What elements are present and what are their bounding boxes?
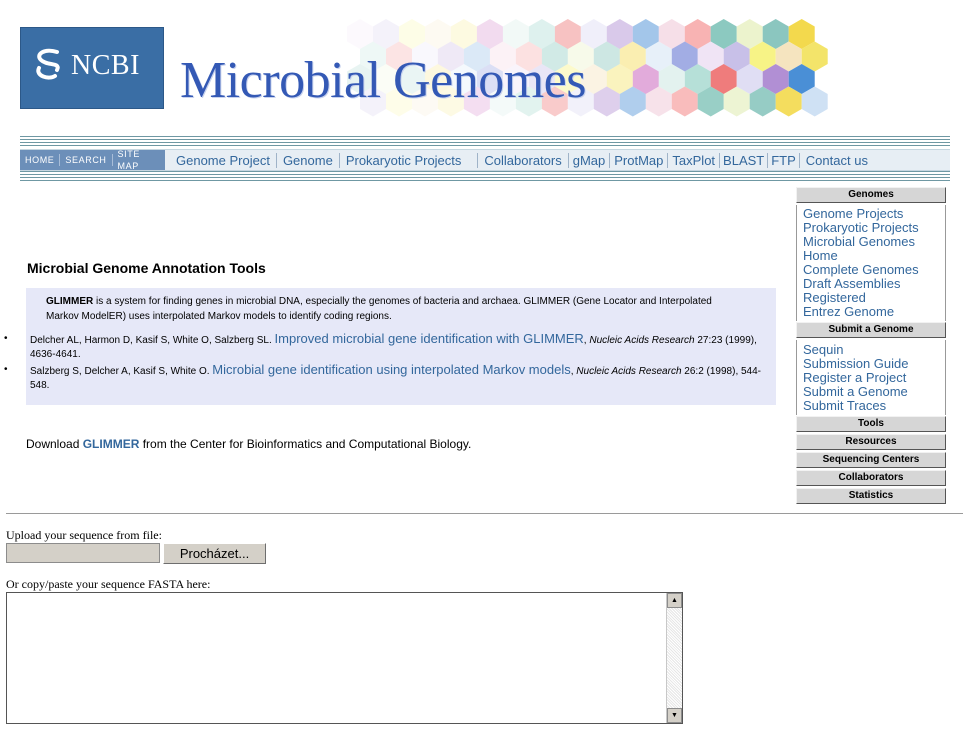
sidebar-link-prokaryotic-projects[interactable]: Prokaryotic Projects <box>803 221 945 235</box>
reference-authors: Delcher AL, Harmon D, Kasif S, White O, … <box>30 335 275 346</box>
sidebar-header-statistics[interactable]: Statistics <box>796 488 946 504</box>
sidebar-link-submit-traces[interactable]: Submit Traces <box>803 399 945 413</box>
reference-item: • Salzberg S, Delcher A, Kasif S, White … <box>4 362 762 392</box>
sidebar-link-register-project[interactable]: Register a Project <box>803 371 945 385</box>
nav-collaborators[interactable]: Collaborators <box>478 152 569 168</box>
bullet-icon: • <box>4 364 8 375</box>
nav-stripes-top <box>20 136 950 148</box>
ncbi-logo[interactable]: NCBI <box>20 27 164 109</box>
page-title: Microbial Genomes <box>180 52 586 109</box>
download-prefix: Download <box>26 437 83 451</box>
nav-contact-us[interactable]: Contact us <box>800 153 874 168</box>
browse-button[interactable]: Procházet... <box>163 543 266 564</box>
download-suffix: from the Center for Bioinformatics and C… <box>139 437 472 451</box>
sidebar-link-microbial-genomes-home[interactable]: Microbial Genomes Home <box>803 235 933 263</box>
sequence-textarea[interactable]: ▲ ▼ <box>6 592 683 724</box>
sidebar-header-resources[interactable]: Resources <box>796 434 946 450</box>
file-path-input[interactable] <box>6 543 160 563</box>
nav-sitemap-link[interactable]: SITE MAP <box>113 148 165 172</box>
site-header: NCBI Microbial Genomes <box>20 16 950 134</box>
sidebar-header-genomes[interactable]: Genomes <box>796 187 946 203</box>
sidebar-link-entrez-genome[interactable]: Entrez Genome <box>803 305 945 319</box>
sidebar-header-sequencing-centers[interactable]: Sequencing Centers <box>796 452 946 468</box>
sidebar-genomes-list: Genome Projects Prokaryotic Projects Mic… <box>796 205 946 321</box>
sidebar-link-submission-guide[interactable]: Submission Guide <box>803 357 945 371</box>
reference-link-glimmer[interactable]: Improved microbial gene identification w… <box>275 331 584 346</box>
reference-item: • Delcher AL, Harmon D, Kasif S, White O… <box>4 331 757 361</box>
download-line: Download GLIMMER from the Center for Bio… <box>26 437 471 451</box>
sidebar-header-tools[interactable]: Tools <box>796 416 946 432</box>
sidebar-link-sequin[interactable]: Sequin <box>803 343 945 357</box>
glimmer-intro-text: is a system for finding genes in microbi… <box>46 296 712 322</box>
sidebar-link-registered[interactable]: Registered <box>803 291 945 305</box>
nav-search-link[interactable]: SEARCH <box>60 154 113 166</box>
nav-genome-project[interactable]: Genome Project <box>170 152 277 168</box>
upload-label: Upload your sequence from file: <box>6 528 162 542</box>
glimmer-intro-bold: GLIMMER <box>46 296 94 307</box>
nav-protmap[interactable]: ProtMap <box>610 152 669 168</box>
sidebar-link-complete-genomes[interactable]: Complete Genomes <box>803 263 945 277</box>
download-glimmer-link[interactable]: GLIMMER <box>83 437 140 451</box>
reference-journal: Nucleic Acids Research <box>576 366 682 377</box>
nav-bar: HOME SEARCH SITE MAP Genome Project Geno… <box>20 149 950 171</box>
divider <box>6 513 963 514</box>
nav-prokaryotic-projects[interactable]: Prokaryotic Projects <box>340 152 479 168</box>
scroll-up-icon[interactable]: ▲ <box>667 593 682 608</box>
sidebar-link-draft-assemblies[interactable]: Draft Assemblies <box>803 277 945 291</box>
sidebar-submit-list: Sequin Submission Guide Register a Proje… <box>796 340 946 415</box>
reference-journal: Nucleic Acids Research <box>589 335 695 346</box>
ncbi-logo-text: NCBI <box>71 50 140 81</box>
top-navigation: HOME SEARCH SITE MAP Genome Project Geno… <box>20 136 950 184</box>
reference-list: • Delcher AL, Harmon D, Kasif S, White O… <box>4 332 764 394</box>
textarea-scrollbar[interactable]: ▲ ▼ <box>666 593 682 723</box>
paste-label: Or copy/paste your sequence FASTA here: <box>6 577 211 591</box>
glimmer-intro: GLIMMER is a system for finding genes in… <box>46 294 726 324</box>
nav-genome[interactable]: Genome <box>277 152 340 168</box>
nav-gmap[interactable]: gMap <box>569 152 611 168</box>
reference-link-markov[interactable]: Microbial gene identification using inte… <box>212 362 570 377</box>
nav-taxplot[interactable]: TaxPlot <box>668 152 721 168</box>
sidebar-header-collaborators[interactable]: Collaborators <box>796 470 946 486</box>
section-heading: Microbial Genome Annotation Tools <box>27 260 266 276</box>
nav-stripes-bottom <box>20 171 950 183</box>
bullet-icon: • <box>4 333 8 344</box>
nav-links: Genome Project Genome Prokaryotic Projec… <box>170 150 874 170</box>
glimmer-info-box: GLIMMER is a system for finding genes in… <box>4 288 776 405</box>
nav-mini-links: HOME SEARCH SITE MAP <box>20 148 165 172</box>
reference-authors: Salzberg S, Delcher A, Kasif S, White O. <box>30 366 213 377</box>
ncbi-swirl-icon <box>36 48 60 80</box>
scroll-down-icon[interactable]: ▼ <box>667 708 682 723</box>
nav-blast[interactable]: BLAST <box>720 152 769 168</box>
sidebar-link-genome-projects[interactable]: Genome Projects <box>803 207 945 221</box>
nav-ftp[interactable]: FTP <box>768 152 800 168</box>
sidebar-header-submit[interactable]: Submit a Genome <box>796 322 946 338</box>
sidebar: Genomes Genome Projects Prokaryotic Proj… <box>796 187 946 506</box>
nav-home-link[interactable]: HOME <box>20 154 61 166</box>
sidebar-link-submit-genome[interactable]: Submit a Genome <box>803 385 945 399</box>
